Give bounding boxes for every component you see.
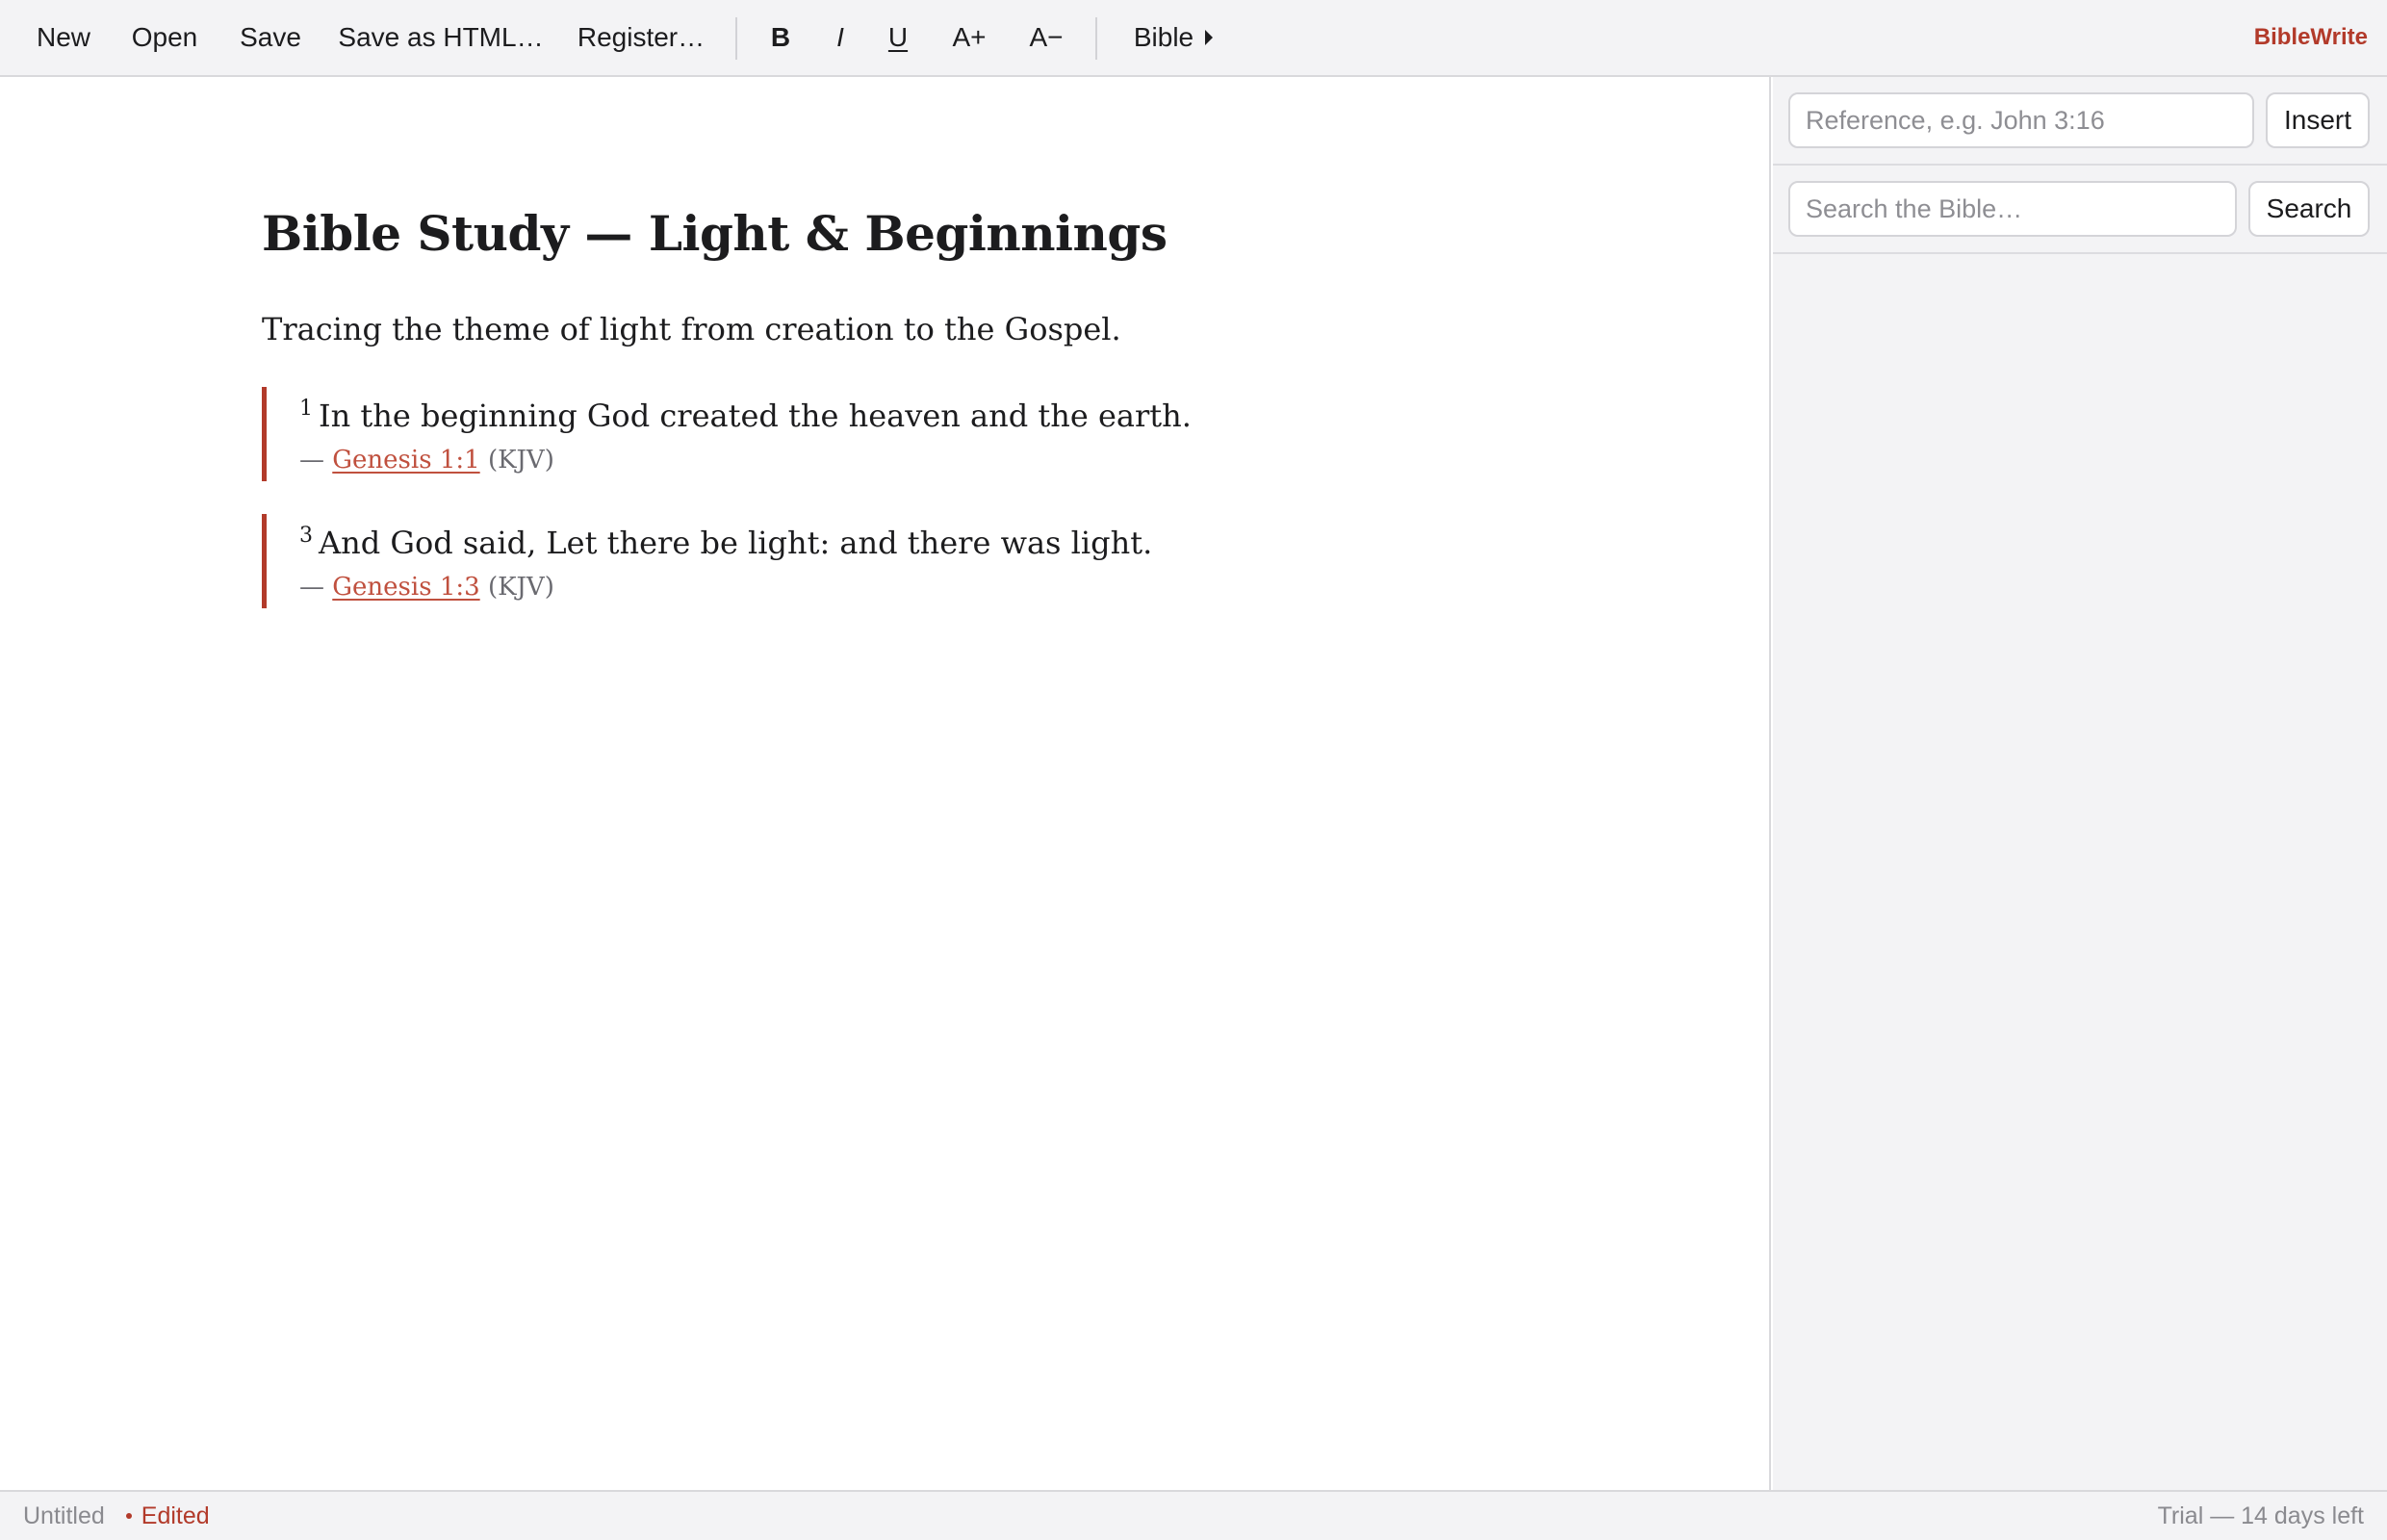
verse-text: In the beginning God created the heaven …: [319, 398, 1192, 434]
document-intro: Tracing the theme of light from creation…: [262, 311, 1121, 347]
edited-indicator: Edited: [125, 1502, 210, 1530]
quote-citation: — Genesis 1:1 (KJV): [299, 443, 1706, 477]
bible-version: (KJV): [487, 446, 554, 475]
status-bar: Untitled Edited Trial — 14 days left: [0, 1490, 2387, 1540]
editor-area[interactable]: Bible Study — Light & Beginnings Tracing…: [0, 77, 1771, 1490]
reference-link[interactable]: Genesis 1:1: [332, 446, 479, 475]
caret-right-icon: [1205, 30, 1214, 45]
verse-number: 3: [299, 524, 313, 549]
toolbar-separator: [1095, 17, 1097, 60]
insert-button[interactable]: Insert: [2266, 92, 2370, 148]
bold-button[interactable]: B: [757, 0, 805, 75]
search-button[interactable]: Search: [2248, 181, 2370, 237]
app-brand: BibleWrite: [2253, 24, 2368, 50]
status-left: Untitled Edited: [23, 1492, 210, 1540]
trial-status: Trial — 14 days left: [2157, 1502, 2364, 1529]
document-title: Bible Study — Light & Beginnings: [262, 205, 1168, 262]
quote-text: 1 In the beginning God created the heaven…: [299, 395, 1706, 437]
bible-menu-label: Bible: [1133, 22, 1194, 52]
underline-button[interactable]: U: [874, 0, 922, 75]
bible-side-panel: Insert Search: [1773, 77, 2387, 1490]
verse-text: And God said, Let there be light: and th…: [319, 525, 1153, 561]
reference-link[interactable]: Genesis 1:3: [332, 573, 479, 602]
toolbar-separator: [735, 17, 737, 60]
toolbar: New Open Save Save as HTML… Register… B …: [0, 0, 2387, 77]
open-button[interactable]: Open: [119, 0, 210, 75]
citation-dash: —: [299, 573, 324, 602]
edited-label: Edited: [141, 1502, 210, 1529]
citation-dash: —: [299, 446, 324, 475]
verse-number: 1: [299, 397, 313, 422]
search-row: Search: [1773, 166, 2387, 254]
save-button[interactable]: Save: [223, 0, 318, 75]
quote-citation: — Genesis 1:3 (KJV): [299, 570, 1706, 604]
register-button[interactable]: Register…: [564, 0, 718, 75]
scripture-quote: 1 In the beginning God created the heaven…: [262, 387, 1706, 481]
quote-text: 3 And God said, Let there be light: and t…: [299, 522, 1706, 564]
italic-button[interactable]: I: [816, 0, 864, 75]
new-button[interactable]: New: [21, 0, 106, 75]
scripture-quote: 3 And God said, Let there be light: and t…: [262, 514, 1706, 608]
reference-input[interactable]: [1788, 92, 2254, 148]
reference-row: Insert: [1773, 77, 2387, 166]
font-size-decrease-button[interactable]: A−: [1018, 0, 1074, 75]
font-size-increase-button[interactable]: A+: [941, 0, 997, 75]
document-filename: Untitled: [23, 1502, 105, 1529]
bible-search-input[interactable]: [1788, 181, 2237, 237]
dot-icon: [125, 1513, 132, 1519]
bible-menu-button[interactable]: Bible: [1120, 0, 1226, 75]
document: Bible Study — Light & Beginnings Tracing…: [262, 202, 1706, 608]
save-as-html-button[interactable]: Save as HTML…: [331, 0, 551, 75]
bible-version: (KJV): [487, 573, 554, 602]
